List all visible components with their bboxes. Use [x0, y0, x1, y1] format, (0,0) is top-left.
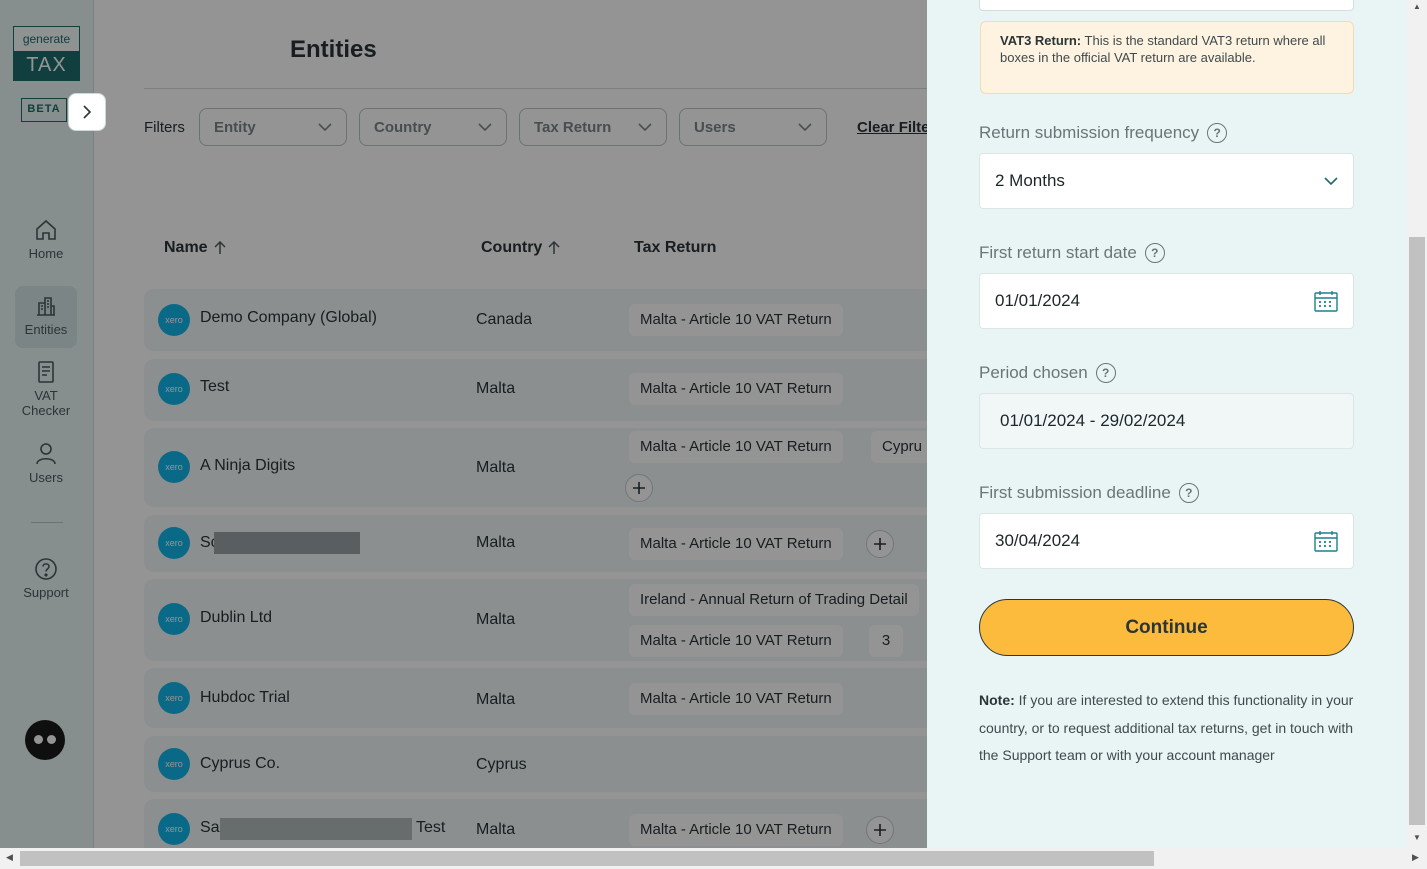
- start-date-value: 01/01/2024: [995, 291, 1081, 310]
- deadline-input[interactable]: 30/04/2024: [979, 513, 1354, 569]
- scroll-left-arrow-icon[interactable]: ◀: [6, 852, 13, 863]
- deadline-label: First submission deadline ?: [979, 483, 1199, 503]
- calendar-icon[interactable]: [1314, 530, 1338, 552]
- scroll-right-arrow-icon[interactable]: ▶: [1412, 852, 1419, 863]
- vertical-scroll-thumb[interactable]: [1409, 237, 1425, 825]
- start-date-label-text: First return start date: [979, 243, 1137, 262]
- start-date-input[interactable]: 01/01/2024: [979, 273, 1354, 329]
- start-date-label: First return start date ?: [979, 243, 1165, 263]
- note-text: Note: If you are interested to extend th…: [979, 687, 1354, 770]
- period-value: 01/01/2024 - 29/02/2024: [1000, 411, 1186, 430]
- info-title: VAT3 Return:: [1000, 33, 1082, 48]
- help-icon[interactable]: ?: [1207, 123, 1228, 143]
- deadline-label-text: First submission deadline: [979, 483, 1171, 502]
- frequency-value: 2 Months: [995, 171, 1065, 190]
- frequency-label: Return submission frequency ?: [979, 123, 1228, 143]
- scroll-up-arrow-icon[interactable]: ▲: [1407, 2, 1427, 14]
- period-label: Period chosen ?: [979, 363, 1116, 383]
- help-icon[interactable]: ?: [1095, 363, 1116, 383]
- horizontal-scrollbar[interactable]: ◀ ▶: [0, 848, 1427, 869]
- tax-return-select[interactable]: [979, 0, 1354, 11]
- frequency-label-text: Return submission frequency: [979, 123, 1200, 142]
- period-field: 01/01/2024 - 29/02/2024: [979, 393, 1354, 449]
- add-tax-return-drawer: VAT3 Return: This is the standard VAT3 r…: [927, 0, 1407, 848]
- modal-backdrop[interactable]: [0, 0, 927, 848]
- frequency-select[interactable]: 2 Months: [979, 153, 1354, 209]
- vat3-info-box: VAT3 Return: This is the standard VAT3 r…: [980, 21, 1354, 94]
- note-body: If you are interested to extend this fun…: [979, 692, 1354, 763]
- note-title: Note:: [979, 692, 1015, 708]
- calendar-icon[interactable]: [1314, 290, 1338, 312]
- period-label-text: Period chosen: [979, 363, 1088, 382]
- help-icon[interactable]: ?: [1178, 483, 1199, 503]
- horizontal-scroll-thumb[interactable]: [20, 851, 1154, 866]
- deadline-value: 30/04/2024: [995, 531, 1081, 550]
- expand-sidebar-button[interactable]: [68, 93, 106, 131]
- vertical-scrollbar[interactable]: ▲ ▼: [1407, 0, 1427, 848]
- chevron-down-icon: [1324, 176, 1338, 185]
- continue-button[interactable]: Continue: [979, 599, 1354, 656]
- chevron-right-icon: [82, 105, 91, 119]
- help-icon[interactable]: ?: [1144, 243, 1165, 263]
- scroll-down-arrow-icon[interactable]: ▼: [1407, 833, 1427, 845]
